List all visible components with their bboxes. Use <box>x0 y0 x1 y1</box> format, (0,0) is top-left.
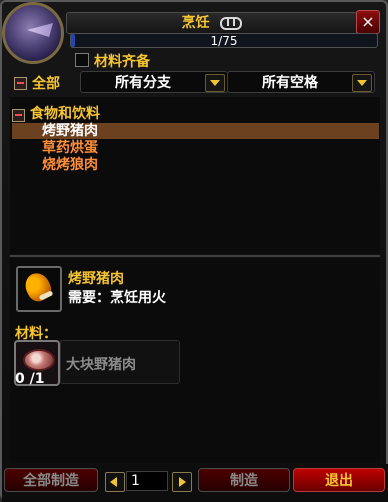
category-row[interactable]: 食物和饮料 <box>10 103 310 122</box>
skill-progress-text: 1/75 <box>210 34 238 48</box>
collapse-all-toggle[interactable] <box>14 77 27 90</box>
item-name: 烤野猪肉 <box>68 271 124 287</box>
chevron-down-icon[interactable] <box>352 74 372 92</box>
slot-dropdown-value: 所有空格 <box>262 75 318 91</box>
recipe-item[interactable]: 草药烘蛋 <box>12 140 379 156</box>
window-title-text: 烹饪 <box>181 15 210 31</box>
link-icon[interactable] <box>220 16 243 30</box>
have-materials-label: 材料齐备 <box>94 54 150 70</box>
all-label: 全部 <box>32 76 60 92</box>
quantity-input[interactable]: 1 <box>126 471 168 491</box>
meat-image <box>23 349 55 371</box>
have-materials-checkbox[interactable] <box>75 53 89 67</box>
arrow-left-icon[interactable] <box>105 472 125 492</box>
chevron-down-icon[interactable] <box>205 74 225 92</box>
collapse-category-toggle[interactable] <box>12 109 25 122</box>
slot-dropdown[interactable]: 所有空格 <box>227 71 375 93</box>
filter-row: 全部 所有分支 所有空格 <box>12 71 380 95</box>
reagent-name: 大块野猪肉 <box>66 357 136 373</box>
recipe-item[interactable]: 烤野猪肉 <box>12 123 379 139</box>
arrow-right-icon[interactable] <box>172 472 192 492</box>
category-label: 食物和饮料 <box>30 106 100 122</box>
close-button[interactable]: × <box>356 10 380 34</box>
create-button[interactable]: 制造 <box>198 468 290 492</box>
requires-text: 需要：烹饪用火 <box>68 290 166 306</box>
close-icon: × <box>361 12 375 31</box>
portrait-beak <box>27 23 53 37</box>
recipe-item[interactable]: 烧烤狼肉 <box>12 157 379 173</box>
drumstick-icon[interactable] <box>16 266 62 312</box>
window-title: 烹饪 <box>66 12 358 34</box>
tradeskill-window: 烹饪 × 1/75 材料齐备 全部 所有分支 所有空格 食物和饮料 烤野猪肉 草… <box>0 0 388 502</box>
reagent-count: 0 /1 <box>15 371 45 387</box>
section-divider <box>10 255 380 257</box>
subclass-dropdown[interactable]: 所有分支 <box>80 71 228 93</box>
exit-button[interactable]: 退出 <box>293 468 385 492</box>
skill-progress-bar: 1/75 <box>70 33 378 48</box>
subclass-dropdown-value: 所有分支 <box>115 75 171 91</box>
drumstick-meat <box>21 269 55 305</box>
create-all-button[interactable]: 全部制造 <box>4 468 98 492</box>
profession-portrait <box>2 2 64 64</box>
